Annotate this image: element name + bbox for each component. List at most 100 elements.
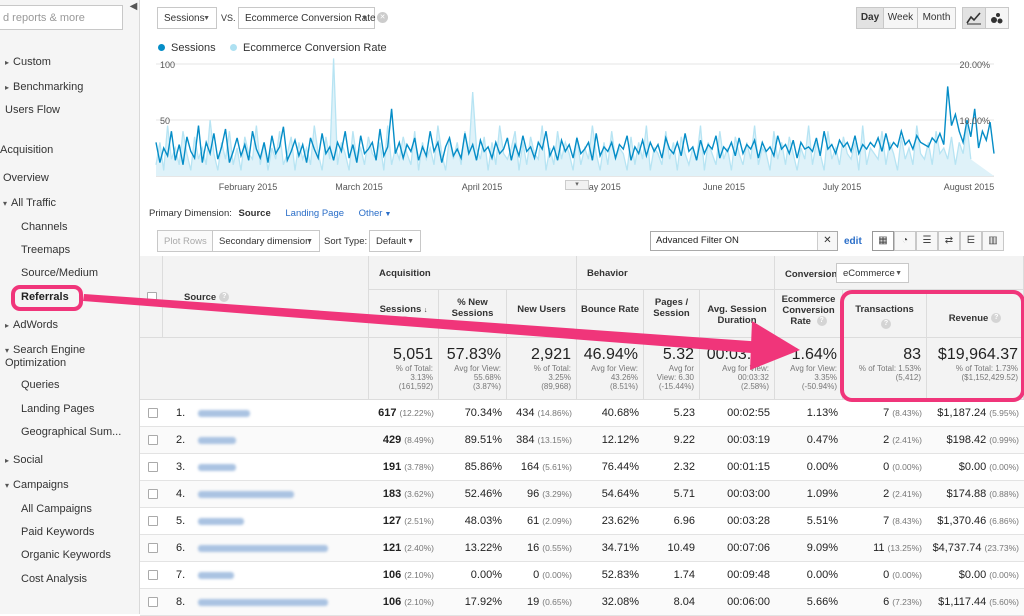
row-checkbox[interactable] [148,408,158,418]
sessions-conversion-line-chart: 100 50 20.00% 10.00% February 2015 March 2015… [155,58,995,192]
table-row[interactable]: 3. 191 (3.78%) 85.86% 164 (5.61%) 76.44% 2.32 00… [140,454,1024,481]
pivot-view-icon[interactable]: ▥ [982,231,1004,251]
sidebar-item-users-flow[interactable]: Users Flow [5,104,60,117]
sidebar-item-custom[interactable]: ▸ Custom [5,56,51,69]
period-month-button[interactable]: Month [917,7,956,29]
source-link-redacted[interactable] [198,572,234,579]
source-link-redacted[interactable] [198,518,244,525]
chevron-right-icon: ▸ [5,321,10,330]
chevron-down-icon: ▾ [5,481,10,490]
sidebar-item-landing-pages[interactable]: Landing Pages [21,403,94,416]
line-chart-icon[interactable] [962,7,986,29]
sort-type-select[interactable]: Default ▼ [369,230,421,252]
row-rank: 8. [176,596,186,608]
remove-comparison-icon[interactable]: ✕ [377,12,388,23]
group-behavior: Behavior [577,256,775,290]
header-new-sessions[interactable]: % New Sessions [439,290,507,338]
table-row[interactable]: 2. 429 (8.49%) 89.51% 384 (13.15%) 12.12% 9.22 0… [140,427,1024,454]
motion-chart-icon[interactable] [985,7,1009,29]
dimension-other[interactable]: Other [359,208,383,219]
sidebar-item-cost-analysis[interactable]: Cost Analysis [21,573,87,586]
chart-resize-handle[interactable]: ▾ [565,180,589,190]
table-row[interactable]: 5. 127 (2.51%) 48.03% 61 (2.09%) 23.62% 6.96 00:… [140,508,1024,535]
performance-view-icon[interactable]: ☰ [916,231,938,251]
comparison-view-icon[interactable]: ⇄ [938,231,960,251]
sidebar-item-queries[interactable]: Queries [21,379,60,392]
sidebar-item-all-traffic[interactable]: ▾ All Traffic [3,197,56,210]
sidebar-item-seo[interactable]: ▾ Search Engine Optimization [5,344,105,370]
source-link-redacted[interactable] [198,545,328,552]
sidebar-item-overview[interactable]: Overview [3,172,49,185]
source-link-redacted[interactable] [198,437,236,444]
metric-select-sessions[interactable]: Sessions ▼ [157,7,217,29]
row-checkbox[interactable] [148,462,158,472]
dimension-source[interactable]: Source [239,208,271,219]
x-axis-tick-label: August 2015 [944,182,995,192]
period-week-button[interactable]: Week [883,7,918,29]
edit-filter-link[interactable]: edit [844,236,862,247]
dimension-landing-page[interactable]: Landing Page [285,208,344,219]
sidebar-item-source-medium[interactable]: Source/Medium [21,267,98,280]
sidebar-item-all-campaigns[interactable]: All Campaigns [21,503,92,516]
help-icon[interactable]: ? [219,292,230,303]
row-checkbox[interactable] [148,597,158,607]
pie-view-icon[interactable]: ◔ [894,231,916,251]
row-checkbox[interactable] [148,570,158,580]
source-link-redacted[interactable] [198,491,294,498]
row-checkbox[interactable] [148,516,158,526]
chevron-right-icon: ▸ [5,58,10,67]
conversion-type-select[interactable]: eCommerce ▼ [836,263,909,283]
sidebar-item-organic-keywords[interactable]: Organic Keywords [21,549,111,562]
collapse-sidebar-icon[interactable]: ◀ [127,0,140,14]
legend-conversion-rate: Ecommerce Conversion Rate [243,42,387,54]
header-conversion-rate[interactable]: Ecommerce Conversion Rate ? [775,290,843,338]
row-rank: 3. [176,461,186,473]
sidebar-item-paid-keywords[interactable]: Paid Keywords [21,526,94,539]
plot-rows-button[interactable]: Plot Rows [157,230,214,252]
header-sessions[interactable]: Sessions ↓? [369,290,439,338]
select-all-checkbox[interactable] [147,292,157,302]
source-link-redacted[interactable] [198,410,250,417]
period-day-button[interactable]: Day [856,7,884,29]
filter-input[interactable]: Advanced Filter ON [650,231,838,251]
source-link-redacted[interactable] [198,599,328,606]
header-source[interactable]: Source? [163,256,369,338]
table-row[interactable]: 6. 121 (2.40%) 13.22% 16 (0.55%) 34.71% 10.49 00… [140,535,1024,562]
chevron-right-icon: ▸ [5,83,10,92]
search-input[interactable]: d reports & more [0,5,123,30]
sidebar-item-adwords[interactable]: ▸ AdWords [5,319,58,332]
row-rank: 6. [176,542,186,554]
sidebar-item-campaigns[interactable]: ▾ Campaigns [5,479,69,492]
help-icon[interactable]: ? [816,316,827,327]
table-row[interactable]: 1. 617 (12.22%) 70.34% 434 (14.86%) 40.68% 5.23… [140,400,1024,427]
row-checkbox[interactable] [148,489,158,499]
y-right-tick-label: 10.00% [959,116,990,126]
table-row[interactable]: 4. 183 (3.62%) 52.46% 96 (3.29%) 54.64% 5.71 00:… [140,481,1024,508]
sidebar-item-geographical-summary[interactable]: Geographical Sum... [21,426,121,439]
chevron-down-icon: ▾ [3,199,8,208]
row-checkbox[interactable] [148,543,158,553]
header-new-users[interactable]: New Users [507,290,577,338]
sidebar-item-channels[interactable]: Channels [21,221,67,234]
table-row[interactable]: 7. 106 (2.10%) 0.00% 0 (0.00%) 52.83% 1.74 00:09… [140,562,1024,589]
header-pages-session[interactable]: Pages / Session [644,290,700,338]
header-bounce-rate[interactable]: Bounce Rate [577,290,644,338]
legend-dot-sessions [158,44,165,51]
sidebar-section-acquisition[interactable]: Acquisition [0,144,53,157]
table-row[interactable]: 8. 106 (2.10%) 17.92% 19 (0.65%) 32.08% 8.04 00:… [140,589,1024,616]
sidebar-item-benchmarking[interactable]: ▸ Benchmarking [5,81,83,94]
row-checkbox[interactable] [148,435,158,445]
table-view-icon[interactable]: ▦ [872,231,894,251]
metric-select-conversion-rate[interactable]: Ecommerce Conversion Rate ▼ [238,7,376,29]
secondary-dimension-select[interactable]: Secondary dimension ▼ [212,230,320,252]
sidebar-item-social[interactable]: ▸ Social [5,454,43,467]
sidebar-item-treemaps[interactable]: Treemaps [21,244,70,257]
clear-filter-icon[interactable]: ✕ [817,232,837,250]
header-avg-duration[interactable]: Avg. Session Duration [700,290,775,338]
term-cloud-view-icon[interactable]: ⋿ [960,231,982,251]
total-new-users: 2,921% of Total: 3.25% (89,968) [507,338,577,400]
total-sessions: 5,051% of Total: 3.13% (161,592) [369,338,439,400]
help-icon[interactable]: ? [400,316,410,327]
source-link-redacted[interactable] [198,464,236,471]
y-left-tick-label: 50 [160,116,170,126]
